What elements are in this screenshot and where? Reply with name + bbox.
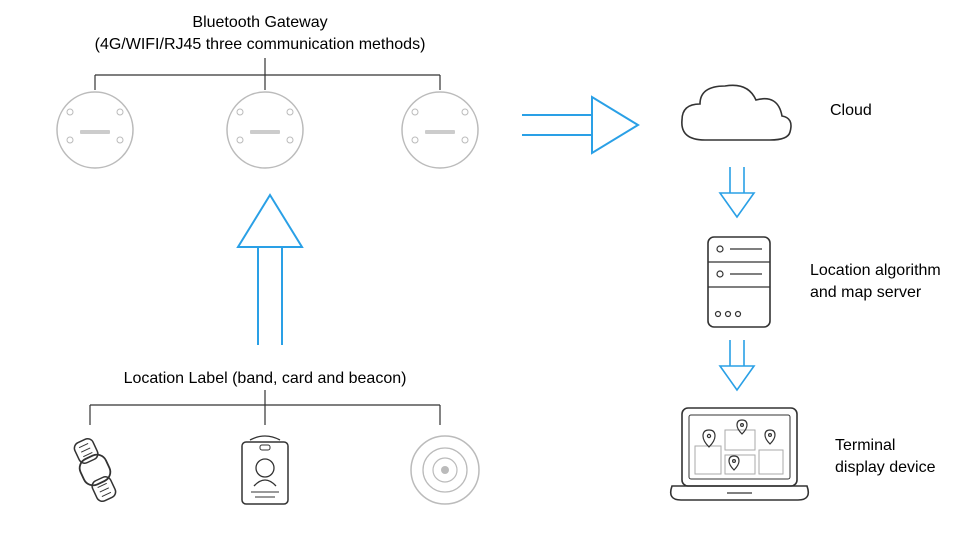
cloud-label: Cloud xyxy=(830,100,950,122)
arrow-up-icon xyxy=(220,185,320,355)
arrow-down-2-icon xyxy=(712,338,762,398)
arrow-down-1-icon xyxy=(712,165,762,225)
arrow-right-icon xyxy=(510,85,650,165)
gateway-device-1 xyxy=(55,90,135,170)
terminal-icon xyxy=(662,400,817,515)
terminal-label: Terminal display device xyxy=(835,435,965,478)
server-icon xyxy=(700,232,778,332)
card-icon xyxy=(230,430,300,515)
server-label: Location algorithm and map server xyxy=(810,260,960,303)
beacon-icon xyxy=(405,430,485,510)
location-label-title: Location Label (band, card and beacon) xyxy=(85,368,445,390)
gateway-device-2 xyxy=(225,90,305,170)
cloud-icon xyxy=(670,72,800,162)
band-icon xyxy=(55,430,135,510)
gateway-device-3 xyxy=(400,90,480,170)
